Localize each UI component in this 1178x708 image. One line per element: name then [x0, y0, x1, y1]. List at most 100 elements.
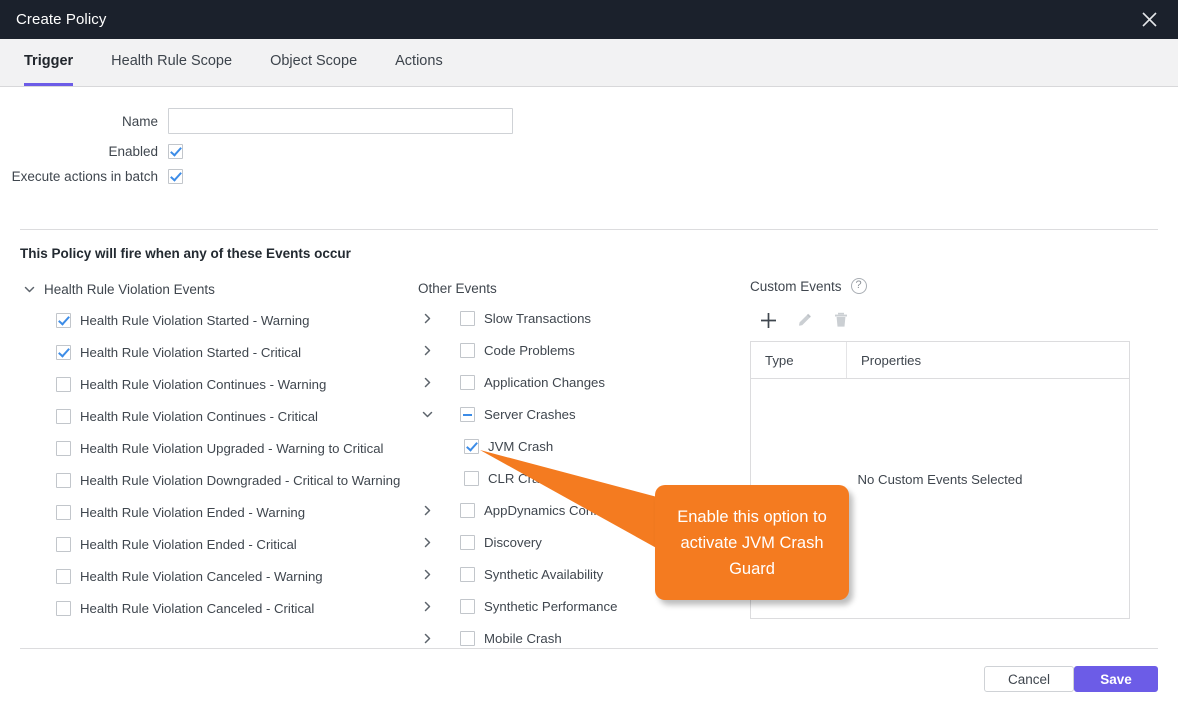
- name-input[interactable]: [168, 108, 513, 134]
- list-item-label: Health Rule Violation Ended - Critical: [80, 536, 297, 552]
- list-item-label: Mobile Crash: [484, 630, 562, 646]
- list-item[interactable]: Health Rule Violation Ended - Warning: [20, 500, 410, 524]
- tab-health-rule-scope[interactable]: Health Rule Scope: [92, 39, 251, 86]
- checkbox-application-changes[interactable]: [460, 374, 475, 390]
- other-events-title: Other Events: [418, 280, 497, 296]
- list-item-label: Health Rule Violation Started - Warning: [80, 312, 310, 328]
- list-item-mobile-crash[interactable]: Mobile Crash: [418, 626, 738, 650]
- health-rule-item-list: Health Rule Violation Started - Warning …: [20, 308, 410, 620]
- policy-form: Name Enabled Execute actions in batch: [0, 88, 1178, 194]
- add-icon[interactable]: [759, 311, 778, 330]
- chevron-right-icon[interactable]: [418, 633, 436, 644]
- execute-actions-in-batch-label: Execute actions in batch: [11, 169, 158, 184]
- enabled-row: Enabled: [0, 144, 1178, 159]
- checkbox-synthetic-performance[interactable]: [460, 598, 475, 614]
- save-button-label: Save: [1100, 671, 1132, 687]
- health-rule-violation-events-column: Health Rule Violation Events Health Rule…: [20, 278, 410, 620]
- chevron-right-icon[interactable]: [418, 569, 436, 580]
- list-item[interactable]: Health Rule Violation Started - Critical: [20, 340, 410, 364]
- close-button[interactable]: [1120, 0, 1178, 39]
- chevron-down-icon[interactable]: [20, 284, 38, 295]
- chevron-right-icon[interactable]: [418, 505, 436, 516]
- checkbox-discovery[interactable]: [460, 534, 475, 550]
- checkbox-health-rule-violation-started-warning[interactable]: [56, 312, 71, 328]
- group-health-rule-violation-events[interactable]: Health Rule Violation Events: [20, 278, 410, 300]
- chevron-right-icon[interactable]: [418, 345, 436, 356]
- list-item[interactable]: Health Rule Violation Continues - Critic…: [20, 404, 410, 428]
- list-item-jvm-crash[interactable]: JVM Crash: [418, 434, 738, 458]
- custom-events-header: Custom Events ?: [750, 278, 1132, 294]
- enabled-checkbox[interactable]: [168, 144, 183, 159]
- chevron-right-icon[interactable]: [418, 313, 436, 324]
- checkbox-health-rule-violation-continues-critical[interactable]: [56, 408, 71, 424]
- tab-bar: Trigger Health Rule Scope Object Scope A…: [0, 39, 1178, 87]
- checkbox-clr-crash[interactable]: [464, 470, 479, 486]
- execute-actions-in-batch-row: Execute actions in batch: [0, 169, 1178, 184]
- dialog-footer: Cancel Save: [0, 649, 1178, 708]
- checkbox-health-rule-violation-continues-warning[interactable]: [56, 376, 71, 392]
- edit-pencil-icon: [796, 311, 814, 329]
- list-item-code-problems[interactable]: Code Problems: [418, 338, 738, 362]
- list-item-label: Discovery: [484, 534, 542, 550]
- cancel-button[interactable]: Cancel: [984, 666, 1074, 692]
- checkbox-health-rule-violation-canceled-warning[interactable]: [56, 568, 71, 584]
- checkbox-health-rule-violation-canceled-critical[interactable]: [56, 600, 71, 616]
- list-item-application-changes[interactable]: Application Changes: [418, 370, 738, 394]
- checkbox-mobile-crash[interactable]: [460, 630, 475, 646]
- checkbox-health-rule-violation-upgraded[interactable]: [56, 440, 71, 456]
- checkbox-slow-transactions[interactable]: [460, 310, 475, 326]
- callout-text: Enable this option to activate JVM Crash…: [677, 507, 827, 578]
- list-item-server-crashes[interactable]: Server Crashes: [418, 402, 738, 426]
- list-item[interactable]: Health Rule Violation Upgraded - Warning…: [20, 436, 410, 460]
- list-item-label: Health Rule Violation Canceled - Warning: [80, 568, 323, 584]
- checkbox-jvm-crash[interactable]: [464, 438, 479, 454]
- chevron-right-icon[interactable]: [418, 537, 436, 548]
- chevron-down-icon[interactable]: [418, 409, 436, 420]
- tab-label: Health Rule Scope: [111, 53, 233, 69]
- save-button[interactable]: Save: [1074, 666, 1158, 692]
- list-item[interactable]: Health Rule Violation Started - Warning: [20, 308, 410, 332]
- list-item[interactable]: Health Rule Violation Canceled - Critica…: [20, 596, 410, 620]
- chevron-right-icon[interactable]: [418, 377, 436, 388]
- checkbox-health-rule-violation-ended-warning[interactable]: [56, 504, 71, 520]
- column-header-type: Type: [751, 342, 847, 378]
- checkbox-health-rule-violation-started-critical[interactable]: [56, 344, 71, 360]
- delete-trash-icon: [832, 311, 850, 329]
- list-item-label: Health Rule Violation Downgraded - Criti…: [80, 472, 401, 488]
- execute-actions-in-batch-checkbox[interactable]: [168, 169, 183, 184]
- list-item[interactable]: Health Rule Violation Downgraded - Criti…: [20, 468, 410, 492]
- list-item-label: Synthetic Availability: [484, 566, 604, 582]
- list-item-label: Health Rule Violation Continues - Warnin…: [80, 376, 327, 392]
- list-item[interactable]: Health Rule Violation Ended - Critical: [20, 532, 410, 556]
- name-label: Name: [121, 113, 158, 129]
- table-header-row: Type Properties: [751, 342, 1129, 379]
- help-icon[interactable]: ?: [850, 278, 867, 294]
- tab-object-scope[interactable]: Object Scope: [251, 39, 376, 86]
- column-header-properties: Properties: [861, 352, 922, 368]
- list-item-label: JVM Crash: [488, 438, 554, 454]
- list-item-label: Health Rule Violation Started - Critical: [80, 344, 302, 360]
- tab-actions[interactable]: Actions: [376, 39, 462, 86]
- list-item-label: Code Problems: [484, 342, 575, 358]
- list-item-label: Slow Transactions: [484, 310, 592, 326]
- custom-events-title: Custom Events: [750, 278, 842, 294]
- tab-label: Actions: [395, 53, 443, 69]
- list-item[interactable]: Health Rule Violation Continues - Warnin…: [20, 372, 410, 396]
- list-item-label: Application Changes: [484, 374, 605, 390]
- cancel-button-label: Cancel: [1007, 671, 1051, 687]
- checkbox-server-crashes[interactable]: [460, 406, 475, 422]
- list-item-label: Health Rule Violation Upgraded - Warning…: [80, 440, 384, 456]
- checkbox-appdynamics-config-warnings[interactable]: [460, 502, 475, 518]
- tab-trigger[interactable]: Trigger: [5, 39, 92, 86]
- checkbox-health-rule-violation-ended-critical[interactable]: [56, 536, 71, 552]
- window-title: Create Policy: [16, 11, 107, 28]
- list-item[interactable]: Health Rule Violation Canceled - Warning: [20, 564, 410, 588]
- checkbox-health-rule-violation-downgraded[interactable]: [56, 472, 71, 488]
- name-row: Name: [0, 108, 1178, 134]
- list-item-slow-transactions[interactable]: Slow Transactions: [418, 306, 738, 330]
- events-section-title: This Policy will fire when any of these …: [20, 246, 351, 261]
- chevron-right-icon[interactable]: [418, 601, 436, 612]
- checkbox-code-problems[interactable]: [460, 342, 475, 358]
- checkbox-synthetic-availability[interactable]: [460, 566, 475, 582]
- list-item-label: AppDynamics Config Warnings: [484, 502, 667, 518]
